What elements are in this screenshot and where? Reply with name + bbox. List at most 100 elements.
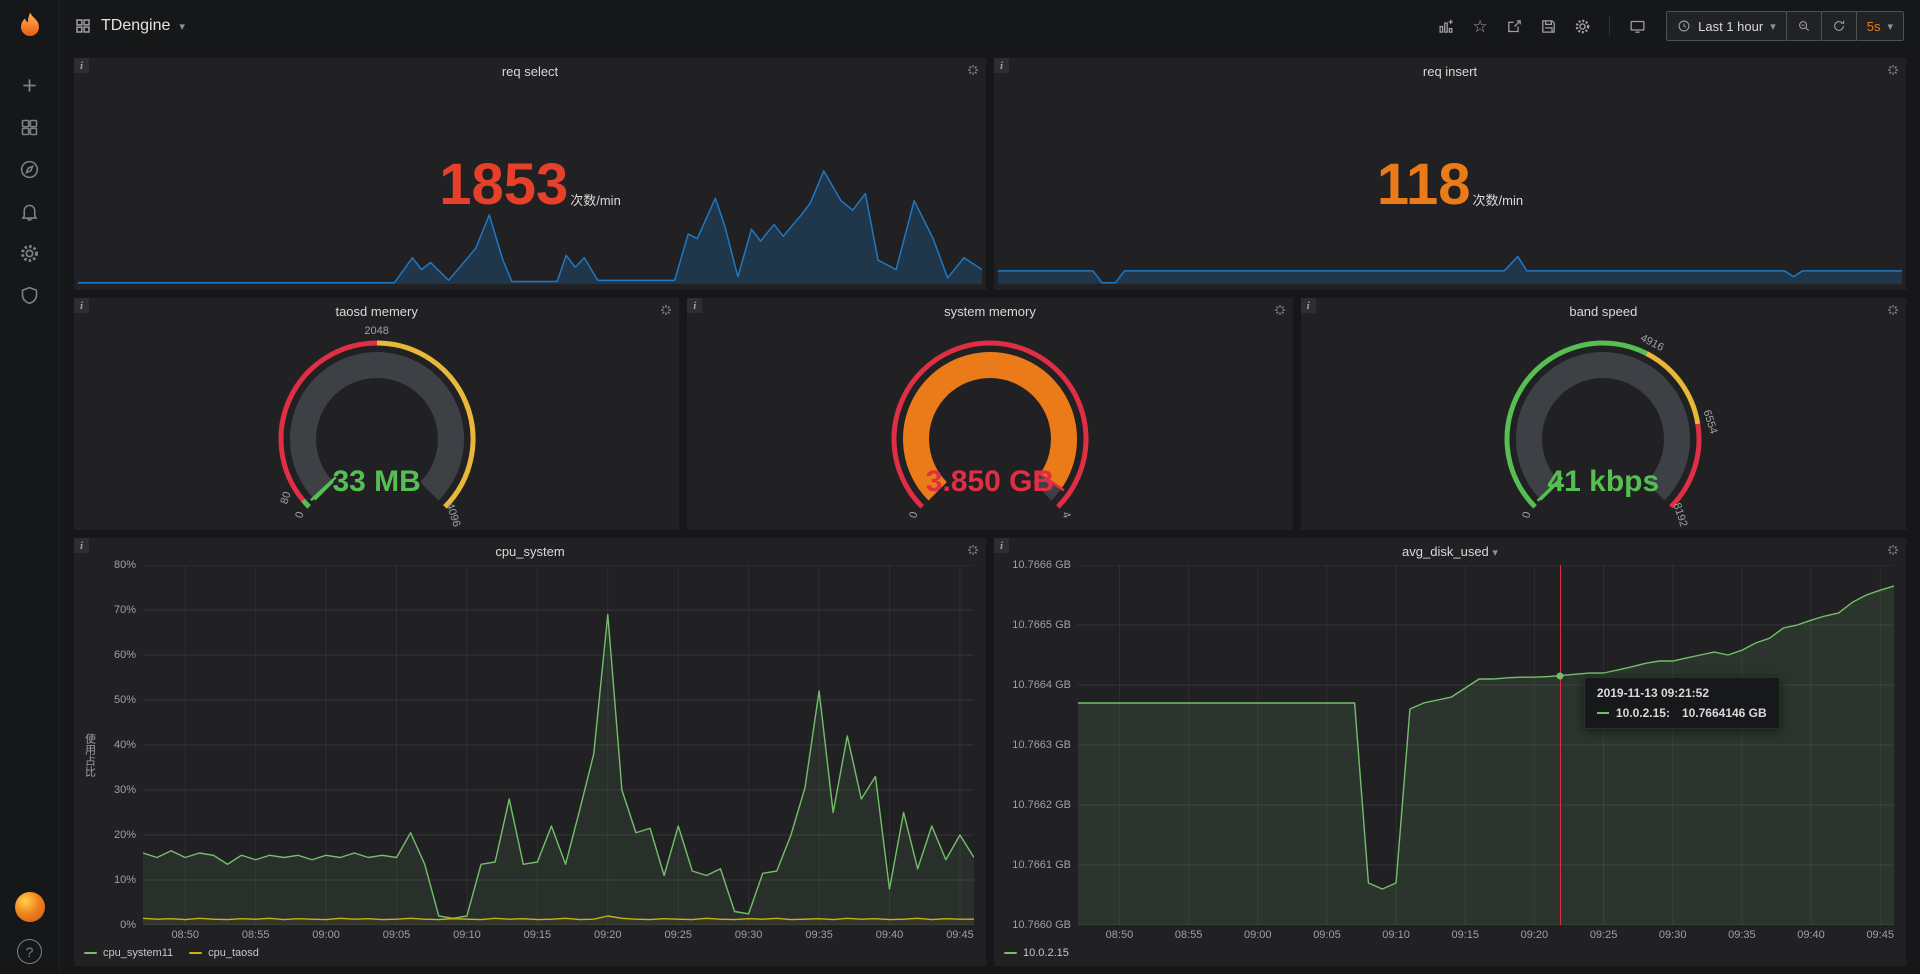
sidebar-item-server-admin[interactable] — [19, 285, 40, 306]
panel-title[interactable]: cpu_system — [104, 544, 956, 559]
star-button[interactable]: ☆ — [1465, 12, 1495, 40]
y-axis-tick: 80% — [114, 559, 136, 571]
sidebar-item-dashboards[interactable] — [19, 117, 40, 138]
x-axis: 08:5008:5509:0009:0509:1009:1509:2009:25… — [1078, 925, 1894, 944]
system-memory-gauge: 3.850 GB 04 — [830, 327, 1150, 527]
help-button[interactable]: ? — [17, 939, 42, 964]
legend-item[interactable]: 10.0.2.15 — [1004, 947, 1069, 959]
y-axis-tick: 10.7663 GB — [1012, 739, 1071, 751]
sidebar: ? — [0, 0, 60, 974]
y-axis-tick: 10.7660 GB — [1012, 919, 1071, 931]
user-avatar[interactable] — [15, 892, 45, 922]
share-icon — [1506, 18, 1523, 35]
x-axis-tick: 09:15 — [1452, 929, 1480, 941]
dashboard-title[interactable]: TDengine — [101, 17, 170, 35]
panel-band-speed: i band speed 41 kbps 0491665548192 — [1301, 298, 1906, 530]
panel-req-select: i req select 1853 次数/min — [74, 58, 986, 290]
x-axis-tick: 09:10 — [453, 929, 481, 941]
panel-loading-icon — [967, 64, 979, 76]
x-axis-tick: 09:25 — [1590, 929, 1618, 941]
star-icon: ☆ — [1473, 18, 1488, 35]
panel-title[interactable]: taosd memery — [104, 304, 649, 319]
dashboard-row-3: i cpu_system 使用占比 80%70%60%50%40%30%20%1… — [74, 538, 1906, 966]
gauge-value: 41 kbps — [1443, 465, 1763, 499]
refresh-interval-picker[interactable]: 5s ▾ — [1856, 11, 1904, 41]
save-button[interactable] — [1533, 12, 1563, 40]
chart-legend: cpu_system11 cpu_taosd — [82, 944, 974, 961]
dashboard-grid-icon[interactable] — [74, 17, 92, 35]
x-axis-tick: 08:50 — [171, 929, 199, 941]
panel-req-insert: i req insert 118 次数/min — [994, 58, 1906, 290]
timeseries-body: 使用占比 80%70%60%50%40%30%20%10%0% 08:5008:… — [82, 565, 974, 961]
panel-info-icon[interactable]: i — [687, 298, 702, 313]
big-value-group: 1853 次数/min — [77, 82, 983, 287]
chevron-down-icon[interactable]: ▾ — [179, 20, 185, 33]
add-panel-icon — [1438, 18, 1455, 35]
panel-title[interactable]: band speed — [1331, 304, 1876, 319]
sidebar-item-alerting[interactable] — [19, 201, 40, 222]
x-axis-tick: 09:20 — [1521, 929, 1549, 941]
x-axis-tick: 09:05 — [383, 929, 411, 941]
x-axis-tick: 08:55 — [1175, 929, 1203, 941]
x-axis-tick: 09:15 — [524, 929, 552, 941]
zoom-out-button[interactable] — [1786, 11, 1822, 41]
grafana-logo[interactable] — [10, 7, 50, 47]
req-select-unit: 次数/min — [570, 190, 621, 209]
tooltip-series-row: 10.0.2.15: 10.7664146 GB — [1597, 706, 1767, 720]
legend-series-name: cpu_system11 — [103, 947, 173, 959]
panel-info-icon[interactable]: i — [994, 58, 1009, 73]
chart-canvas — [1078, 565, 1894, 925]
avg-disk-used-chart[interactable]: 2019-11-13 09:21:52 10.0.2.15: 10.766414… — [1078, 565, 1894, 925]
gauge-body: 33 MB 08020484096 — [74, 324, 679, 530]
panel-info-icon[interactable]: i — [74, 538, 89, 553]
panel-avg-disk-used: i avg_disk_used ▾ 10.7666 GB10.7665 GB10… — [994, 538, 1906, 966]
share-button[interactable] — [1499, 12, 1529, 40]
dashboard-settings-button[interactable] — [1567, 12, 1597, 40]
x-axis-tick: 08:55 — [242, 929, 270, 941]
nav-right: ☆ Last 1 hour — [1431, 11, 1904, 41]
y-axis-tick: 30% — [114, 784, 136, 796]
clock-icon — [1677, 19, 1691, 33]
panel-info-icon[interactable]: i — [994, 538, 1009, 553]
squares-icon — [74, 17, 92, 35]
req-select-value: 1853 — [439, 156, 568, 214]
legend-item[interactable]: cpu_system11 — [84, 947, 173, 959]
x-axis-tick: 09:30 — [1659, 929, 1687, 941]
cpu-system-chart[interactable] — [143, 565, 974, 925]
add-panel-button[interactable] — [1431, 12, 1461, 40]
shield-icon — [19, 285, 40, 306]
chart-hover-point — [1557, 672, 1564, 679]
panel-loading-icon — [1887, 64, 1899, 76]
tooltip-series-color — [1597, 712, 1609, 714]
tv-mode-button[interactable] — [1622, 12, 1652, 40]
panel-title[interactable]: system memory — [717, 304, 1262, 319]
panel-info-icon[interactable]: i — [74, 58, 89, 73]
grafana-app: ? TDengine ▾ ☆ — [0, 0, 1920, 974]
panel-info-icon[interactable]: i — [74, 298, 89, 313]
panel-info-icon[interactable]: i — [1301, 298, 1316, 313]
sidebar-item-create[interactable] — [19, 75, 40, 96]
chart-canvas — [143, 565, 974, 925]
x-axis-tick: 09:30 — [735, 929, 763, 941]
legend-series-name: cpu_taosd — [208, 947, 259, 959]
panel-loading-icon — [1274, 304, 1286, 316]
panel-title[interactable]: req select — [104, 64, 956, 79]
sidebar-item-explore[interactable] — [19, 159, 40, 180]
legend-series-name: 10.0.2.15 — [1023, 947, 1069, 959]
y-axis: 10.7666 GB10.7665 GB10.7664 GB10.7663 GB… — [1002, 565, 1078, 925]
chart-tooltip: 2019-11-13 09:21:52 10.0.2.15: 10.766414… — [1584, 677, 1780, 729]
panel-title[interactable]: req insert — [1024, 64, 1876, 79]
x-axis-tick: 09:10 — [1382, 929, 1410, 941]
sidebar-item-configuration[interactable] — [19, 243, 40, 264]
x-axis-tick: 09:35 — [1728, 929, 1756, 941]
y-axis-tick: 10.7662 GB — [1012, 799, 1071, 811]
y-axis-tick: 10.7665 GB — [1012, 619, 1071, 631]
panel-title[interactable]: avg_disk_used ▾ — [1024, 544, 1876, 559]
legend-item[interactable]: cpu_taosd — [189, 947, 259, 959]
chart-legend: 10.0.2.15 — [1002, 944, 1894, 961]
y-axis-tick: 50% — [114, 694, 136, 706]
legend-color-dash — [189, 952, 202, 954]
time-range-picker[interactable]: Last 1 hour ▾ — [1666, 11, 1787, 41]
refresh-button[interactable] — [1821, 11, 1857, 41]
plot-column: 2019-11-13 09:21:52 10.0.2.15: 10.766414… — [1078, 565, 1894, 944]
